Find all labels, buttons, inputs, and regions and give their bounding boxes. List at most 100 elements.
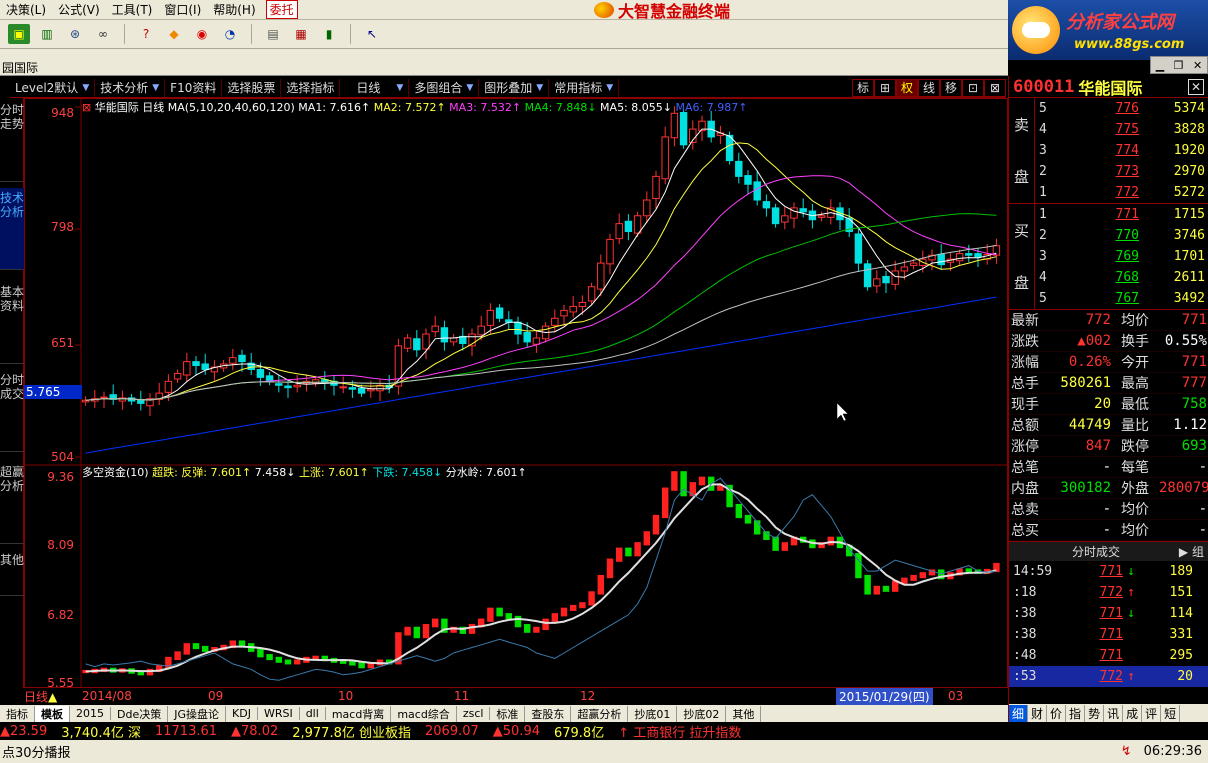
candle (643, 199, 651, 217)
quote-tab[interactable]: 财 (1028, 704, 1048, 722)
indicator-tab[interactable]: Dde决策 (111, 705, 169, 722)
tab-intraday[interactable]: 分时走势 (0, 100, 24, 182)
stock-tab[interactable]: 园国际 (0, 56, 42, 76)
indicator-tab[interactable]: macd背离 (326, 705, 392, 722)
ask-price[interactable]: 776 (1079, 101, 1139, 116)
tab-other[interactable]: 其他 (0, 550, 24, 596)
indicator-tab[interactable]: 超赢分析 (571, 705, 629, 722)
cursor-help-icon[interactable]: ↖ (361, 24, 383, 44)
bid-price[interactable]: 770 (1079, 228, 1139, 243)
flow-bar (358, 662, 365, 669)
f10-icon[interactable]: ◔ (219, 24, 241, 44)
restore-icon[interactable]: ❐ (1174, 59, 1184, 72)
grid-button[interactable]: ⊞ (874, 78, 896, 97)
overlay[interactable]: 图形叠加 ▼ (479, 78, 550, 97)
tick-row[interactable]: :38 771 331 (1009, 624, 1208, 645)
indicator-tab[interactable]: 指标 (0, 705, 35, 722)
stock-icon[interactable]: ▥ (36, 24, 58, 44)
kline-svg[interactable] (25, 99, 1007, 687)
technical-analysis[interactable]: 技术分析 ▼ (95, 78, 166, 97)
bid-price[interactable]: 768 (1079, 270, 1139, 285)
diamond-icon[interactable]: ◆ (163, 24, 185, 44)
legend-close-icon[interactable]: ⊠ (82, 101, 91, 114)
indicator-tab[interactable]: 抄底01 (628, 705, 678, 722)
ad-banner[interactable]: 分析家公式网 www.88gs.com (1008, 0, 1208, 60)
period-label[interactable]: 日线▲ (24, 688, 57, 705)
bars-icon[interactable]: ▮ (318, 24, 340, 44)
tick-row[interactable]: :48 771 295 (1009, 645, 1208, 666)
window-button[interactable]: ⊡ (962, 78, 984, 97)
tick-row[interactable]: :38 771 ↓ 114 (1009, 603, 1208, 624)
quote-tab[interactable]: 价 (1047, 704, 1067, 722)
help-icon[interactable]: ? (135, 24, 157, 44)
menu-formula[interactable]: 公式(V) (52, 1, 106, 18)
flow-bar (487, 607, 494, 622)
layout-icon[interactable]: ▦ (290, 24, 312, 44)
tab-super-win[interactable]: 超赢分析 (0, 462, 24, 544)
indicator-tab[interactable]: zscl (457, 707, 491, 720)
minimize-icon[interactable]: ▁ (1156, 59, 1164, 72)
ask-price[interactable]: 772 (1079, 185, 1139, 200)
rights-button[interactable]: 权 (896, 78, 918, 97)
indicator-tab[interactable]: 抄底02 (677, 705, 727, 722)
indicator-tab[interactable]: KDJ (226, 707, 258, 720)
menu-decision[interactable]: 决策(L) (0, 1, 52, 18)
ask-price[interactable]: 775 (1079, 122, 1139, 137)
bid-price[interactable]: 767 (1079, 291, 1139, 306)
level2-default[interactable]: Level2默认 ▼ (10, 78, 96, 97)
tab-fundamental[interactable]: 基本资料 (0, 282, 24, 364)
bid-price[interactable]: 771 (1079, 207, 1139, 222)
menu-tools[interactable]: 工具(T) (106, 1, 159, 18)
tick-row[interactable]: 14:59 771 ↓ 189 (1009, 561, 1208, 582)
select-stock[interactable]: 选择股票 (222, 78, 282, 97)
ask-price[interactable]: 773 (1079, 164, 1139, 179)
menu-window[interactable]: 窗口(I) (158, 1, 207, 18)
indicator-tab[interactable]: dll (300, 707, 326, 720)
quote-tab[interactable]: 短 (1161, 704, 1181, 722)
tick-row[interactable]: :18 772 ↑ 151 (1009, 582, 1208, 603)
quote-tab[interactable]: 势 (1085, 704, 1105, 722)
ring-icon[interactable]: ◉ (191, 24, 213, 44)
multi-chart[interactable]: 多图组合 ▼ (409, 78, 480, 97)
quote-tab[interactable]: 细 (1009, 704, 1029, 722)
indicator-tab[interactable]: 其他 (726, 705, 762, 722)
document-icon[interactable]: ▤ (262, 24, 284, 44)
quote-tab[interactable]: 评 (1142, 704, 1162, 722)
tab-technical[interactable]: 技术分析 (0, 188, 24, 270)
stat-value: - (1102, 459, 1111, 475)
close-chart-button[interactable]: ⊠ (984, 78, 1006, 97)
flow-bar (744, 514, 752, 524)
tab-ticks[interactable]: 分时成交 (0, 370, 24, 452)
menu-help[interactable]: 帮助(H) (207, 1, 261, 18)
chart-area[interactable] (24, 98, 1008, 688)
mark-button[interactable]: 标 (852, 78, 874, 97)
candle (495, 307, 504, 319)
entrust-button[interactable]: 委托 (265, 0, 298, 19)
radar-icon[interactable]: ⊛ (64, 24, 86, 44)
indicator-tab[interactable]: JG操盘论 (168, 705, 227, 722)
stat-label: 均价 (1121, 502, 1149, 518)
indicator-tab[interactable]: 2015 (70, 707, 111, 720)
quote-tab[interactable]: 成 (1123, 704, 1143, 722)
indicator-tab[interactable]: 查股东 (525, 705, 572, 722)
indicator-tab[interactable]: macd综合 (391, 705, 457, 722)
tick-row[interactable]: :53 772 ↑ 20 (1009, 666, 1208, 687)
binoculars-icon[interactable]: ∞ (92, 24, 114, 44)
ask-price[interactable]: 774 (1079, 143, 1139, 158)
move-button[interactable]: 移 (940, 78, 962, 97)
close-icon[interactable]: ✕ (1188, 78, 1204, 95)
indicator-tab[interactable]: 模板 (35, 705, 70, 722)
quote-tab[interactable]: 讯 (1104, 704, 1124, 722)
indicator-tab[interactable]: WRSI (258, 707, 300, 720)
period-daily[interactable]: 日线 ▼ (340, 78, 410, 97)
monitor-icon[interactable]: ▣ (8, 24, 30, 44)
line-button[interactable]: 线 (918, 78, 940, 97)
bid-price[interactable]: 769 (1079, 249, 1139, 264)
ticks-nav[interactable]: ▶ 组 (1179, 543, 1204, 560)
close-icon[interactable]: ✕ (1193, 59, 1202, 72)
quote-tab[interactable]: 指 (1066, 704, 1086, 722)
indicator-tab[interactable]: 标准 (490, 705, 526, 722)
common-indicators[interactable]: 常用指标 ▼ (549, 78, 620, 97)
select-indicator[interactable]: 选择指标 (281, 78, 341, 97)
f10-info[interactable]: F10资料 (165, 78, 223, 97)
